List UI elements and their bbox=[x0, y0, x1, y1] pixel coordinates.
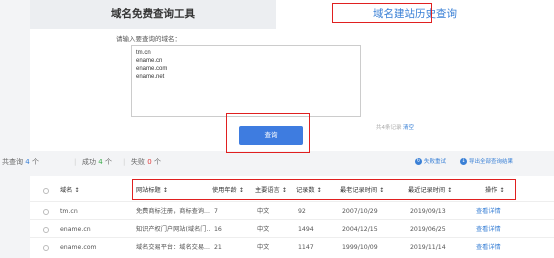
success-stat: 成功 4 个 bbox=[82, 153, 112, 171]
success-label: 成功 bbox=[82, 158, 96, 166]
domain-line: ename.com bbox=[136, 66, 168, 72]
row-checkbox[interactable] bbox=[43, 245, 49, 251]
cell-domain: ename.com bbox=[60, 244, 97, 251]
export-button[interactable]: ↓ 导出全部查询结果 bbox=[460, 153, 513, 171]
header-domain[interactable]: 域名 ↕ bbox=[60, 181, 80, 201]
query-button-highlight bbox=[226, 113, 310, 153]
domain-textarea[interactable]: tm.cn ename.cn ename.com ename.net bbox=[131, 45, 361, 117]
success-unit: 个 bbox=[104, 158, 112, 166]
domain-line: tm.cn bbox=[136, 50, 151, 56]
tab-free-query[interactable]: 域名免费查询工具 bbox=[30, 0, 276, 29]
clear-button[interactable]: 清空 bbox=[403, 123, 414, 131]
retry-label: 失败重试 bbox=[424, 159, 447, 165]
domain-line: ename.net bbox=[136, 74, 165, 80]
divider: | bbox=[123, 158, 126, 166]
table-row: ename.cn 知识产权门户网站(域名门... 16 中文 1494 2004… bbox=[30, 219, 554, 239]
table-row: ename.com 域名交易平台：域名交易... 21 中文 1147 1999… bbox=[30, 237, 554, 257]
cell-language: 中文 bbox=[257, 244, 270, 251]
fail-label: 失败 bbox=[131, 158, 145, 166]
view-details-link[interactable]: 查看详情 bbox=[476, 238, 501, 258]
total-label: 共查询 bbox=[2, 158, 23, 166]
fail-value: 0 bbox=[147, 158, 152, 166]
success-value: 4 bbox=[98, 158, 103, 166]
total-stat: 共查询 4 个 bbox=[2, 153, 39, 171]
total-value: 4 bbox=[25, 158, 30, 166]
table-header-highlight bbox=[132, 179, 516, 200]
refresh-icon: ↻ bbox=[415, 158, 422, 165]
domain-line: ename.cn bbox=[136, 58, 163, 64]
export-label: 导出全部查询结果 bbox=[469, 159, 514, 165]
cell-earliest: 1999/10/09 bbox=[342, 244, 378, 251]
tab-bar: 域名免费查询工具 域名建站历史查询 bbox=[30, 0, 554, 29]
history-tab-highlight bbox=[332, 3, 432, 23]
total-unit: 个 bbox=[31, 158, 39, 166]
cell-latest: 2019/11/14 bbox=[410, 244, 446, 251]
cell-title: 域名交易平台：域名交易... bbox=[136, 244, 210, 251]
row-checkbox[interactable] bbox=[43, 209, 49, 215]
cell-years: 21 bbox=[214, 244, 222, 251]
record-count: 共4条记录 bbox=[376, 125, 402, 131]
cell-records: 1147 bbox=[298, 244, 314, 251]
fail-unit: 个 bbox=[153, 158, 161, 166]
table-row: tm.cn 免费商标注册，商标查询... 7 中文 92 2007/10/29 … bbox=[30, 201, 554, 221]
row-checkbox[interactable] bbox=[43, 227, 49, 233]
fail-stat: 失败 0 个 bbox=[131, 153, 161, 171]
export-icon: ↓ bbox=[460, 158, 467, 165]
divider: | bbox=[74, 158, 77, 166]
retry-button[interactable]: ↻ 失败重试 bbox=[415, 153, 446, 171]
stats-bar: 共查询 4 个 | 成功 4 个 | 失败 0 个 ↻ 失败重试 ↓ 导出全部查询结… bbox=[0, 153, 554, 171]
domain-input-prompt: 请输入要查询的域名： bbox=[116, 35, 181, 43]
select-all-checkbox[interactable] bbox=[43, 188, 49, 194]
